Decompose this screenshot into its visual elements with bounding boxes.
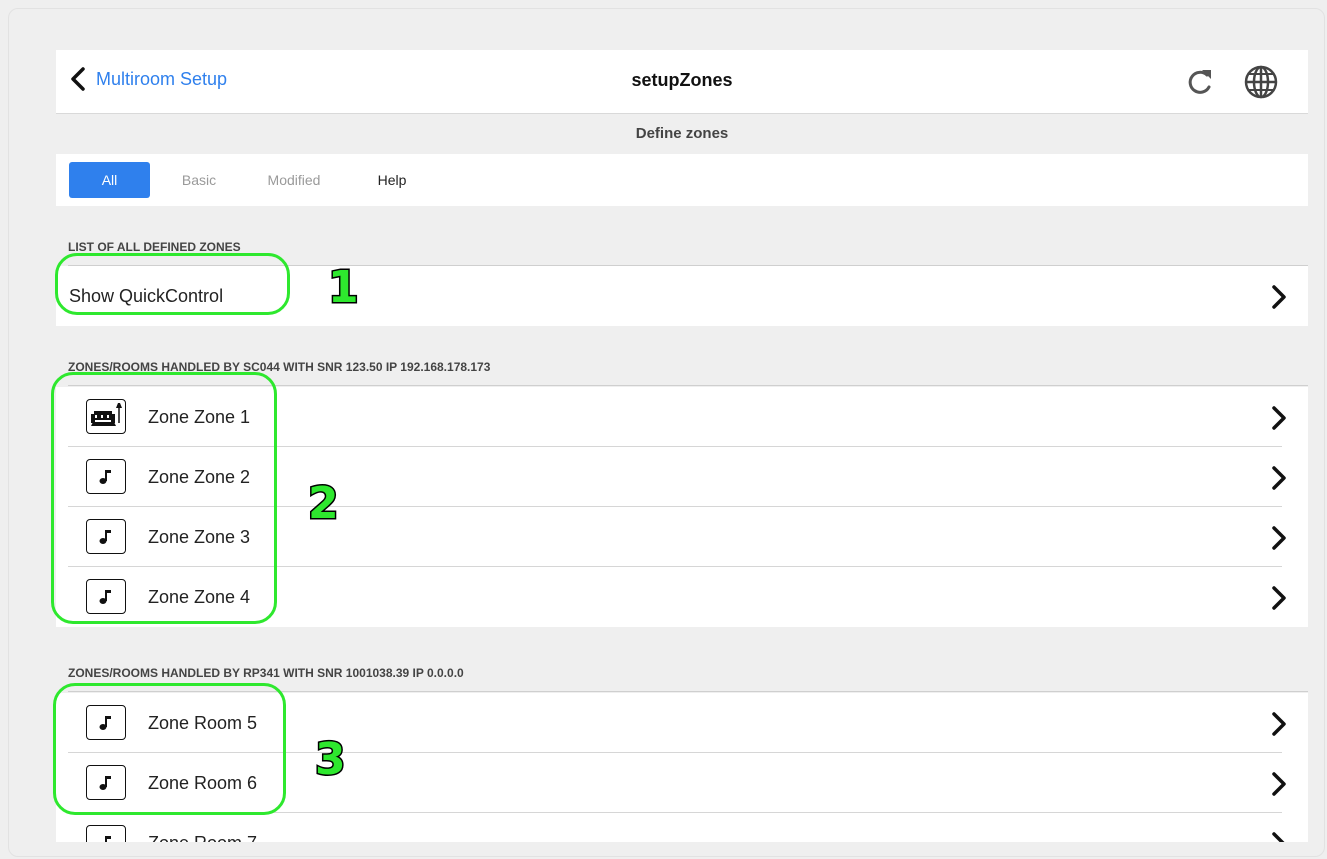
filter-all[interactable]: All — [69, 162, 150, 198]
chevron-right-icon — [1272, 285, 1286, 309]
row-label: Show QuickControl — [69, 286, 224, 306]
chevron-right-icon — [1272, 832, 1285, 842]
row-label: Zone Zone 2 — [148, 467, 251, 487]
row-label: Zone Room 6 — [148, 773, 258, 793]
music-note-icon — [86, 519, 126, 554]
chevron-right-icon — [1272, 712, 1286, 736]
music-note-icon — [86, 579, 126, 614]
chevron-right-icon — [1272, 466, 1286, 490]
zone-row[interactable]: Zone Room 7 — [56, 813, 1308, 842]
chevron-right-icon — [1272, 586, 1286, 610]
row-label: Zone Zone 3 — [148, 527, 251, 547]
zone-row[interactable]: Zone Room 5 — [56, 693, 1308, 753]
row-label: Zone Room 7 — [148, 833, 257, 842]
sofa-lamp-icon — [86, 399, 126, 434]
filter-basic[interactable]: Basic — [174, 162, 224, 198]
section-header-label: ZONES/ROOMS HANDLED BY RP341 WITH SNR 10… — [68, 666, 464, 680]
back-button[interactable]: Multiroom Setup — [70, 66, 227, 92]
page-title: setupZones — [631, 70, 733, 90]
navigation-bar: Multiroom Setup setupZones — [56, 50, 1308, 114]
chevron-right-icon — [1272, 772, 1286, 796]
chevron-right-icon — [1272, 406, 1286, 430]
filter-help[interactable]: Help — [368, 162, 416, 198]
zone-row[interactable]: Zone Zone 3 — [56, 507, 1308, 567]
language-button[interactable] — [1242, 63, 1280, 106]
row-label: Zone Zone 4 — [148, 587, 251, 607]
refresh-icon — [1188, 70, 1211, 94]
row-label: Zone Room 5 — [148, 713, 258, 733]
chevron-left-icon — [71, 67, 85, 91]
section-header-label: LIST OF ALL DEFINED ZONES — [68, 240, 241, 254]
section-header-label: ZONES/ROOMS HANDLED BY SC044 WITH SNR 12… — [68, 360, 491, 374]
music-note-icon — [86, 705, 126, 740]
show-quickcontrol-row[interactable]: Show QuickControl — [56, 266, 1308, 326]
refresh-button[interactable] — [1184, 66, 1216, 103]
zone-row[interactable]: Zone Zone 1 — [56, 387, 1308, 447]
music-note-icon — [86, 459, 126, 494]
app-view: Multiroom Setup setupZones Define zones … — [56, 50, 1308, 842]
chevron-right-icon — [1272, 526, 1286, 550]
music-note-icon — [86, 825, 126, 842]
filter-bar: All Basic Modified Help — [56, 154, 1308, 206]
globe-icon — [1244, 65, 1278, 99]
zone-row[interactable]: Zone Zone 2 — [56, 447, 1308, 507]
music-note-icon — [86, 765, 126, 800]
section-header: ZONES/ROOMS HANDLED BY SC044 WITH SNR 12… — [56, 326, 1308, 386]
zone-row[interactable]: Zone Room 6 — [56, 753, 1308, 813]
filter-modified[interactable]: Modified — [259, 162, 329, 198]
section-header: LIST OF ALL DEFINED ZONES — [56, 206, 1308, 266]
back-button-label: Multiroom Setup — [96, 68, 228, 89]
subheader-title: Define zones — [56, 114, 1308, 154]
section-header: ZONES/ROOMS HANDLED BY RP341 WITH SNR 10… — [56, 632, 1308, 692]
window-frame: Multiroom Setup setupZones Define zones … — [8, 8, 1325, 857]
row-label: Zone Zone 1 — [148, 407, 251, 427]
zone-row[interactable]: Zone Zone 4 — [56, 567, 1308, 627]
